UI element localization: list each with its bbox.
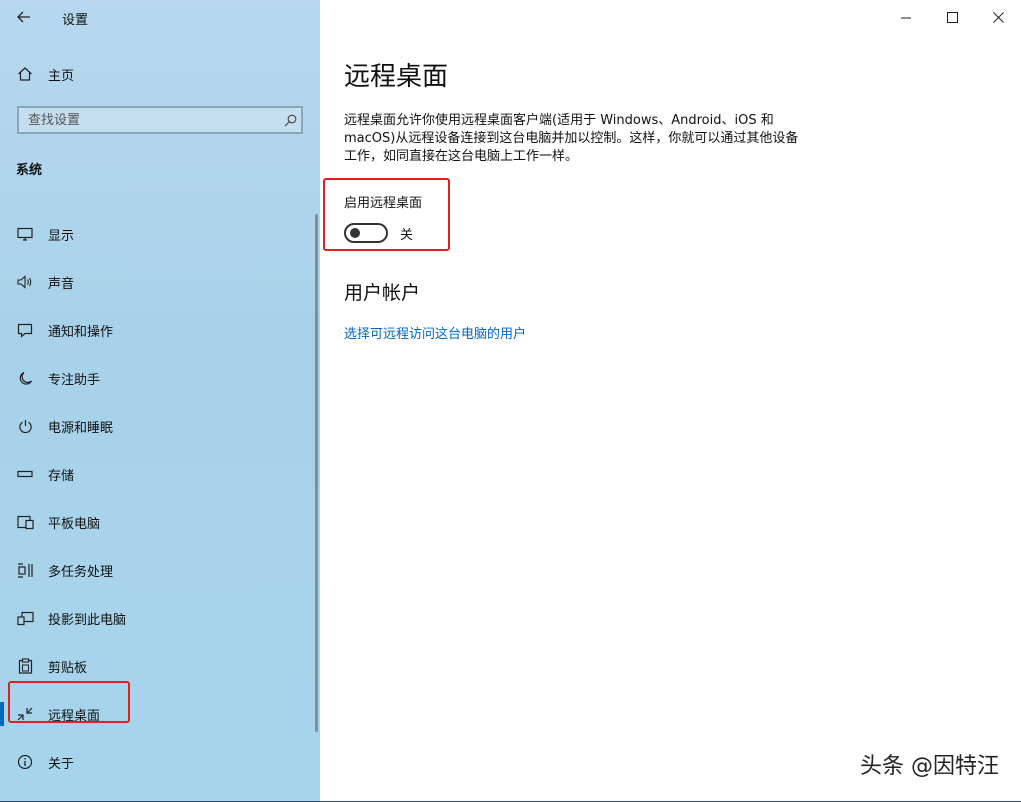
sidebar-item-about[interactable]: 关于 bbox=[0, 738, 320, 786]
sidebar-item-storage[interactable]: 存储 bbox=[0, 450, 320, 498]
sidebar-item-label: 存储 bbox=[48, 468, 75, 484]
title-bar: 设置 bbox=[0, 0, 320, 34]
close-icon bbox=[992, 11, 1004, 23]
sidebar: 设置 主页 系统 显示 声音 通知和操作 专注助手 bbox=[0, 0, 320, 802]
sidebar-item-label: 平板电脑 bbox=[48, 516, 101, 532]
toggle-knob bbox=[350, 228, 360, 238]
sidebar-item-remote-desktop[interactable]: 远程桌面 bbox=[0, 690, 320, 738]
sidebar-item-label: 通知和操作 bbox=[48, 324, 114, 340]
home-icon bbox=[16, 65, 34, 83]
clipboard-icon bbox=[16, 657, 34, 675]
sidebar-item-label: 关于 bbox=[48, 756, 75, 772]
sidebar-item-focus-assist[interactable]: 专注助手 bbox=[0, 354, 320, 402]
sidebar-item-label: 剪贴板 bbox=[48, 660, 88, 676]
sidebar-item-project[interactable]: 投影到此电脑 bbox=[0, 594, 320, 642]
power-icon bbox=[16, 417, 34, 435]
home-label: 主页 bbox=[48, 68, 75, 84]
sidebar-item-label: 声音 bbox=[48, 276, 75, 292]
page-title: 远程桌面 bbox=[344, 62, 449, 92]
sidebar-item-sound[interactable]: 声音 bbox=[0, 258, 320, 306]
back-arrow-icon bbox=[17, 11, 30, 23]
watermark: 头条 @因特汪 bbox=[860, 754, 999, 779]
toggle-row: 关 bbox=[344, 223, 422, 243]
nav-list: 显示 声音 通知和操作 专注助手 电源和睡眠 存储 平板电脑 多任务处理 投影到… bbox=[0, 210, 320, 786]
sidebar-item-tablet[interactable]: 平板电脑 bbox=[0, 498, 320, 546]
remote-desktop-icon bbox=[16, 705, 34, 723]
tablet-icon bbox=[16, 513, 34, 531]
user-accounts-heading: 用户帐户 bbox=[344, 282, 421, 304]
page-description: 远程桌面允许你使用远程桌面客户端(适用于 Windows、Android、iOS… bbox=[344, 113, 799, 164]
maximize-icon bbox=[946, 11, 958, 23]
minimize-button[interactable] bbox=[883, 0, 929, 34]
sidebar-scrollbar[interactable] bbox=[315, 214, 318, 732]
sidebar-item-label: 专注助手 bbox=[48, 372, 101, 388]
back-button[interactable] bbox=[14, 7, 34, 27]
sidebar-item-power[interactable]: 电源和睡眠 bbox=[0, 402, 320, 450]
minimize-icon bbox=[900, 17, 911, 18]
project-icon bbox=[16, 609, 34, 627]
close-button[interactable] bbox=[975, 0, 1021, 34]
moon-icon bbox=[16, 369, 34, 387]
monitor-icon bbox=[16, 225, 34, 243]
sidebar-item-label: 投影到此电脑 bbox=[48, 612, 127, 628]
multitask-icon bbox=[16, 561, 34, 579]
storage-icon bbox=[16, 465, 34, 483]
search-input[interactable] bbox=[19, 108, 279, 132]
remote-desktop-toggle-section: 启用远程桌面 关 bbox=[344, 192, 422, 243]
maximize-button[interactable] bbox=[929, 0, 975, 34]
sidebar-item-clipboard[interactable]: 剪贴板 bbox=[0, 642, 320, 690]
notification-icon bbox=[16, 321, 34, 339]
app-title: 设置 bbox=[62, 13, 89, 28]
sidebar-item-label: 电源和睡眠 bbox=[48, 420, 114, 436]
sidebar-item-label: 远程桌面 bbox=[48, 708, 101, 724]
select-users-link[interactable]: 选择可远程访问这台电脑的用户 bbox=[344, 323, 526, 342]
toggle-state: 关 bbox=[400, 227, 414, 243]
info-icon bbox=[16, 753, 34, 771]
toggle-label: 启用远程桌面 bbox=[344, 196, 423, 211]
main-content: 远程桌面 远程桌面允许你使用远程桌面客户端(适用于 Windows、Androi… bbox=[320, 0, 1021, 802]
sidebar-item-label: 多任务处理 bbox=[48, 564, 114, 580]
enable-remote-desktop-toggle[interactable] bbox=[344, 223, 388, 243]
section-heading: 系统 bbox=[16, 163, 43, 178]
speaker-icon bbox=[16, 273, 34, 291]
active-indicator bbox=[0, 702, 4, 726]
window-controls bbox=[883, 0, 1021, 34]
sidebar-item-label: 显示 bbox=[48, 228, 75, 244]
search-icon[interactable] bbox=[279, 114, 301, 127]
sidebar-item-home[interactable]: 主页 bbox=[0, 60, 320, 88]
sidebar-item-multitasking[interactable]: 多任务处理 bbox=[0, 546, 320, 594]
sidebar-item-display[interactable]: 显示 bbox=[0, 210, 320, 258]
search-box bbox=[17, 106, 303, 134]
sidebar-item-notifications[interactable]: 通知和操作 bbox=[0, 306, 320, 354]
